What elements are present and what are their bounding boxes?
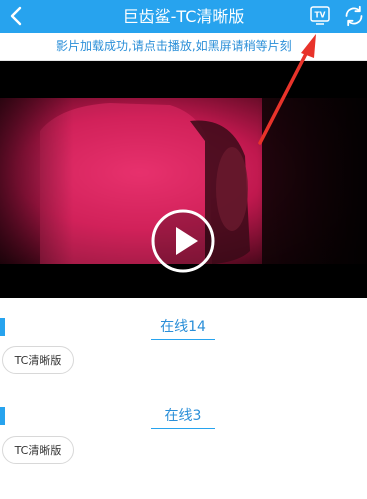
load-notice-text: 影片加载成功,请点击播放,如黑屏请稍等片刻 — [56, 39, 292, 53]
source-tab-underline — [151, 428, 215, 429]
refresh-icon — [345, 5, 363, 27]
source-tab-2[interactable]: 在线3 — [151, 405, 215, 425]
episode-button-1[interactable]: TC清晰版 — [2, 346, 74, 374]
section-marker — [0, 318, 5, 336]
load-notice: 影片加载成功,请点击播放,如黑屏请稍等片刻 — [0, 33, 367, 61]
source-tab-1[interactable]: 在线14 — [151, 316, 215, 336]
source-tab-underline — [151, 339, 215, 340]
tv-cast-icon: TV — [310, 6, 330, 25]
source-header-2: 在线3 — [0, 397, 367, 433]
play-icon[interactable] — [151, 209, 215, 273]
tv-label: TV — [315, 11, 326, 20]
episode-button-2[interactable]: TC清晰版 — [2, 436, 74, 464]
tv-cast-button[interactable]: TV — [309, 5, 331, 27]
app-header: 巨齿鲨-TC清晰版 TV — [0, 0, 367, 33]
refresh-button[interactable] — [342, 4, 366, 28]
source-header-1: 在线14 — [0, 308, 367, 344]
video-player[interactable] — [0, 61, 367, 298]
section-marker — [0, 407, 5, 425]
